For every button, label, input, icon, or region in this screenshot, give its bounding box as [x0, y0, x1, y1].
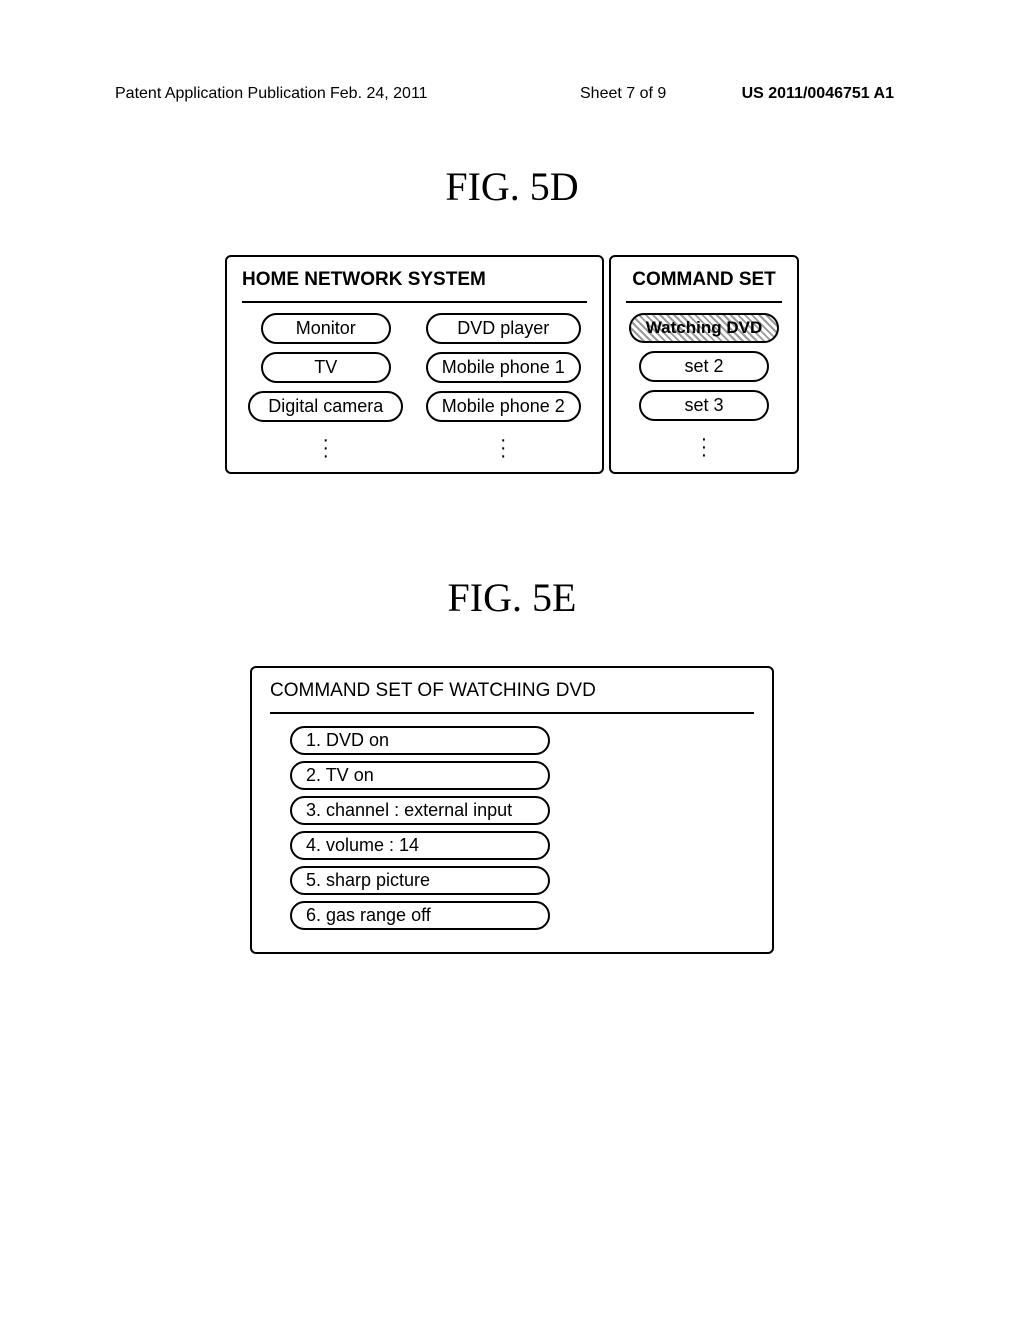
device-mobile-phone-2[interactable]: Mobile phone 2: [426, 391, 581, 422]
vertical-dots-icon: ···: [701, 435, 708, 459]
figure-5d-title: FIG. 5D: [0, 163, 1024, 210]
command-set-watching-dvd[interactable]: Watching DVD: [629, 313, 779, 343]
device-dvd-player[interactable]: DVD player: [426, 313, 581, 344]
command-sharp-picture[interactable]: 5. sharp picture: [290, 866, 550, 895]
command-gas-range-off[interactable]: 6. gas range off: [290, 901, 550, 930]
command-dvd-on[interactable]: 1. DVD on: [290, 726, 550, 755]
watching-dvd-panel: COMMAND SET OF WATCHING DVD 1. DVD on 2.…: [250, 666, 774, 954]
vertical-dots-icon: ···: [500, 436, 507, 460]
home-network-panel: HOME NETWORK SYSTEM Monitor TV Digital c…: [225, 255, 604, 474]
header-publication-label: Patent Application Publication: [115, 85, 326, 103]
figure-5e-container: COMMAND SET OF WATCHING DVD 1. DVD on 2.…: [250, 666, 774, 954]
device-tv[interactable]: TV: [261, 352, 391, 383]
device-monitor[interactable]: Monitor: [261, 313, 391, 344]
header-sheet: Sheet 7 of 9: [580, 85, 666, 103]
page-header: Patent Application Publication Feb. 24, …: [0, 0, 1024, 123]
command-set-title: COMMAND SET: [626, 269, 782, 303]
command-list: 1. DVD on 2. TV on 3. channel : external…: [270, 726, 754, 930]
command-volume-14[interactable]: 4. volume : 14: [290, 831, 550, 860]
header-date: Feb. 24, 2011: [330, 85, 428, 103]
device-column-1: Monitor TV Digital camera ···: [242, 313, 410, 460]
header-pub-number: US 2011/0046751 A1: [742, 85, 894, 103]
device-grid: Monitor TV Digital camera ··· DVD player…: [242, 313, 587, 460]
device-digital-camera[interactable]: Digital camera: [248, 391, 403, 422]
command-set-list: Watching DVD set 2 set 3 ···: [626, 313, 782, 459]
command-set-3[interactable]: set 3: [639, 390, 769, 421]
command-set-panel: COMMAND SET Watching DVD set 2 set 3 ···: [609, 255, 799, 474]
device-mobile-phone-1[interactable]: Mobile phone 1: [426, 352, 581, 383]
device-column-2: DVD player Mobile phone 1 Mobile phone 2…: [420, 313, 588, 460]
command-set-2[interactable]: set 2: [639, 351, 769, 382]
command-channel-external[interactable]: 3. channel : external input: [290, 796, 550, 825]
watching-dvd-title: COMMAND SET OF WATCHING DVD: [270, 680, 754, 714]
figure-5e-title: FIG. 5E: [0, 574, 1024, 621]
figure-5d-container: HOME NETWORK SYSTEM Monitor TV Digital c…: [225, 255, 799, 474]
vertical-dots-icon: ···: [322, 436, 329, 460]
command-tv-on[interactable]: 2. TV on: [290, 761, 550, 790]
home-network-title: HOME NETWORK SYSTEM: [242, 269, 587, 303]
